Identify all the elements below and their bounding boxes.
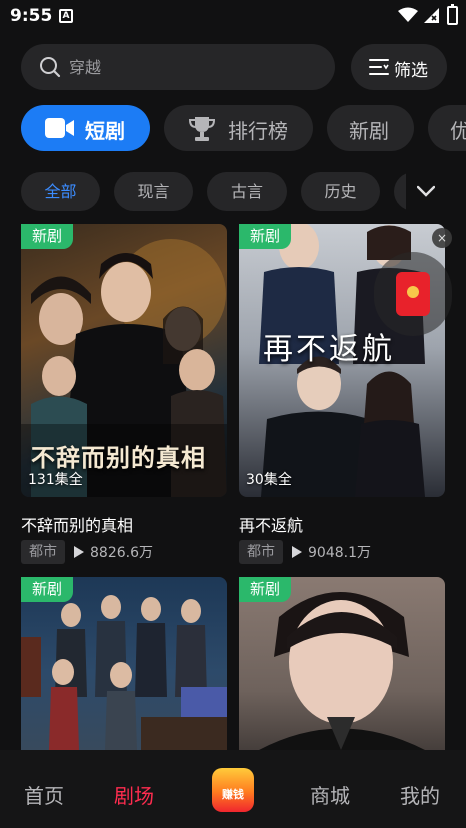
poster-figures bbox=[259, 592, 425, 750]
nav-mall[interactable]: 商城 bbox=[310, 780, 350, 809]
chip-modern-romance[interactable]: 现言 bbox=[114, 172, 193, 211]
drama-card[interactable]: 新剧 bbox=[21, 577, 227, 750]
episode-count: 30集全 bbox=[246, 472, 292, 488]
video-camera-icon bbox=[45, 118, 74, 138]
drama-poster bbox=[239, 577, 445, 750]
play-icon bbox=[292, 546, 302, 558]
drama-poster: 不辞而别的真相 131集全 bbox=[21, 224, 227, 497]
play-count-value: 9048.1万 bbox=[308, 545, 371, 561]
play-icon bbox=[74, 546, 84, 558]
tab-ranking[interactable]: 排行榜 bbox=[164, 105, 313, 151]
nav-mine[interactable]: 我的 bbox=[400, 780, 440, 809]
close-widget-button[interactable]: × bbox=[432, 228, 452, 248]
wifi-icon bbox=[398, 7, 418, 22]
red-envelope-icon bbox=[396, 272, 430, 316]
play-count: 8826.6万 bbox=[74, 542, 153, 562]
nav-theater[interactable]: 剧场 bbox=[114, 780, 154, 809]
nav-earn-button[interactable]: 赚钱 bbox=[212, 768, 254, 812]
filter-icon bbox=[369, 59, 389, 75]
chip-history[interactable]: 历史 bbox=[301, 172, 380, 211]
filter-label: 筛选 bbox=[394, 61, 428, 81]
drama-title: 再不返航 bbox=[239, 516, 304, 535]
play-count-value: 8826.6万 bbox=[90, 545, 153, 561]
chip-all[interactable]: 全部 bbox=[21, 172, 100, 211]
status-bar: 9:55 A bbox=[0, 0, 466, 34]
search-bar[interactable] bbox=[21, 44, 335, 90]
signal-icon bbox=[424, 8, 439, 23]
expand-genres-button[interactable] bbox=[406, 172, 466, 211]
play-count: 9048.1万 bbox=[292, 542, 371, 562]
poster-figures bbox=[21, 595, 227, 750]
search-icon bbox=[40, 57, 61, 78]
poster-title: 不辞而别的真相 bbox=[31, 443, 206, 472]
chevron-down-icon bbox=[417, 185, 435, 197]
chip-ancient-romance[interactable]: 古言 bbox=[207, 172, 287, 211]
red-envelope-widget[interactable] bbox=[374, 252, 452, 336]
status-time: 9:55 bbox=[10, 6, 53, 26]
trophy-icon bbox=[188, 117, 216, 141]
bottom-nav: 首页 剧场 赚钱 商城 我的 bbox=[0, 750, 466, 828]
new-tag-badge: 新剧 bbox=[239, 224, 292, 249]
drama-card[interactable]: 不辞而别的真相 131集全 新剧 不辞而别的真相 都市 8826.6万 bbox=[21, 224, 227, 564]
tab-quality[interactable]: 优 bbox=[428, 105, 466, 151]
episode-count: 131集全 bbox=[28, 472, 83, 488]
tab-new-drama-label: 新剧 bbox=[349, 119, 389, 143]
nav-home[interactable]: 首页 bbox=[24, 780, 64, 809]
filter-button[interactable]: 筛选 bbox=[351, 44, 447, 90]
genre-badge: 都市 bbox=[239, 540, 283, 564]
battery-icon bbox=[447, 4, 458, 25]
new-tag-badge: 新剧 bbox=[21, 224, 74, 249]
notification-icon: A bbox=[59, 9, 73, 23]
tab-quality-label: 优 bbox=[450, 119, 466, 143]
drama-card[interactable]: 新剧 bbox=[239, 577, 445, 750]
search-input[interactable] bbox=[69, 54, 309, 80]
new-tag-badge: 新剧 bbox=[21, 577, 74, 602]
nav-earn-label: 赚钱 bbox=[222, 788, 244, 801]
genre-badge: 都市 bbox=[21, 540, 65, 564]
drama-poster bbox=[21, 577, 227, 750]
drama-title: 不辞而别的真相 bbox=[21, 516, 134, 535]
tab-ranking-label: 排行榜 bbox=[228, 119, 288, 143]
tab-short-drama-label: 短剧 bbox=[85, 119, 125, 143]
tab-short-drama[interactable]: 短剧 bbox=[21, 105, 150, 151]
new-tag-badge: 新剧 bbox=[239, 577, 292, 602]
tab-new-drama[interactable]: 新剧 bbox=[327, 105, 414, 151]
